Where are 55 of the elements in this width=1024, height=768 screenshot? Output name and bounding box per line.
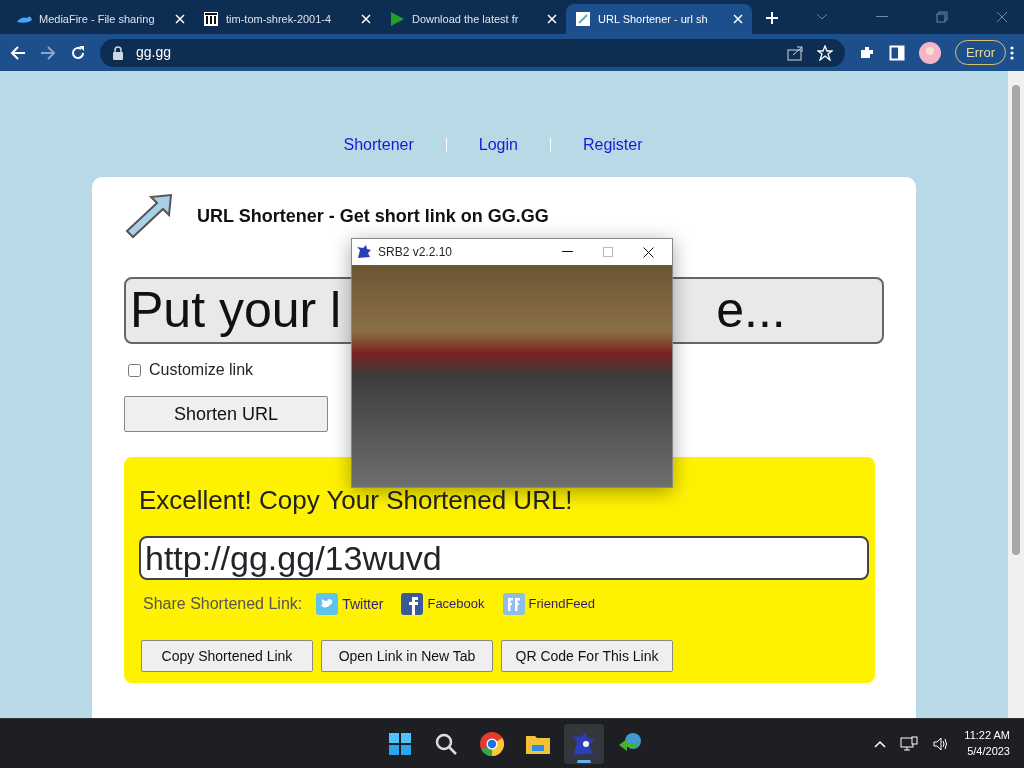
action-button[interactable]: Open Link in New Tab bbox=[321, 640, 493, 672]
chevron-down-icon[interactable] bbox=[816, 13, 828, 21]
avatar-icon[interactable] bbox=[919, 41, 942, 64]
cloud-icon bbox=[16, 13, 33, 25]
action-button[interactable]: Copy Shortened Link bbox=[141, 640, 313, 672]
friendfeed-icon bbox=[502, 593, 525, 615]
browser-tab[interactable]: MediaFire - File sharing bbox=[8, 4, 194, 34]
result-heading: Excellent! Copy Your Shortened URL! bbox=[139, 484, 574, 517]
nav-link[interactable]: Shortener bbox=[311, 133, 446, 157]
page-title: URL Shortener - Get short link on GG.GG bbox=[197, 204, 549, 228]
action-button[interactable]: QR Code For This Link bbox=[501, 640, 673, 672]
taskbar-app[interactable] bbox=[564, 723, 604, 764]
star-icon[interactable] bbox=[817, 44, 834, 61]
plus-icon[interactable] bbox=[764, 10, 780, 26]
windows-icon bbox=[387, 730, 413, 757]
chevron-up-icon[interactable] bbox=[874, 739, 887, 748]
more-icon[interactable] bbox=[1010, 44, 1014, 61]
share-link[interactable]: Twitter bbox=[342, 593, 384, 615]
nav-link[interactable]: Register bbox=[550, 133, 675, 157]
facebook-icon bbox=[401, 593, 424, 615]
back-arrow-icon[interactable] bbox=[10, 44, 26, 61]
forward-arrow-icon[interactable] bbox=[40, 44, 56, 61]
lock-icon bbox=[112, 45, 124, 60]
share-icon[interactable] bbox=[787, 44, 806, 61]
browser-tab[interactable]: URL Shortener - url sh bbox=[566, 4, 752, 34]
clock[interactable]: 11:22 AM 5/4/2023 bbox=[964, 727, 1010, 760]
customize-checkbox[interactable] bbox=[128, 363, 141, 377]
nav-link[interactable]: Login bbox=[446, 133, 550, 157]
clock-time: 11:22 AM bbox=[964, 727, 1010, 743]
page-icon bbox=[574, 10, 592, 28]
close-icon[interactable] bbox=[643, 246, 654, 258]
building-icon bbox=[202, 10, 220, 28]
browser-tab[interactable]: tim-tom-shrek-2001-4 bbox=[194, 4, 380, 34]
window-title: SRB2 v2.2.10 bbox=[378, 244, 453, 261]
address-text[interactable]: gg.gg bbox=[136, 42, 172, 63]
side-panel-icon[interactable] bbox=[889, 44, 906, 61]
browser-icon bbox=[479, 730, 505, 757]
share-label: Share Shortened Link: bbox=[143, 594, 303, 614]
minimize-icon[interactable] bbox=[562, 251, 573, 253]
clock-date: 5/4/2023 bbox=[966, 743, 1010, 759]
checkbox-label[interactable]: Customize link bbox=[149, 358, 254, 382]
puzzle-icon[interactable] bbox=[859, 44, 876, 61]
network-icon[interactable] bbox=[900, 735, 919, 752]
reload-icon[interactable] bbox=[70, 44, 86, 61]
diagonal-arrow-icon bbox=[125, 193, 173, 239]
share-link[interactable]: Facebook bbox=[427, 594, 485, 614]
address-bar[interactable]: gg.gg bbox=[100, 38, 846, 67]
browser-tab[interactable]: Download the latest fr bbox=[380, 4, 566, 34]
flag-icon bbox=[388, 10, 406, 28]
share-link[interactable]: FriendFeed bbox=[528, 594, 596, 614]
short-url-field[interactable]: http://gg.gg/13wuvd bbox=[139, 536, 869, 580]
bird-icon bbox=[316, 593, 339, 615]
shorten-url-button[interactable]: Shorten URL bbox=[124, 396, 328, 432]
scrollbar[interactable] bbox=[1008, 71, 1024, 718]
restore-icon[interactable] bbox=[936, 11, 948, 23]
